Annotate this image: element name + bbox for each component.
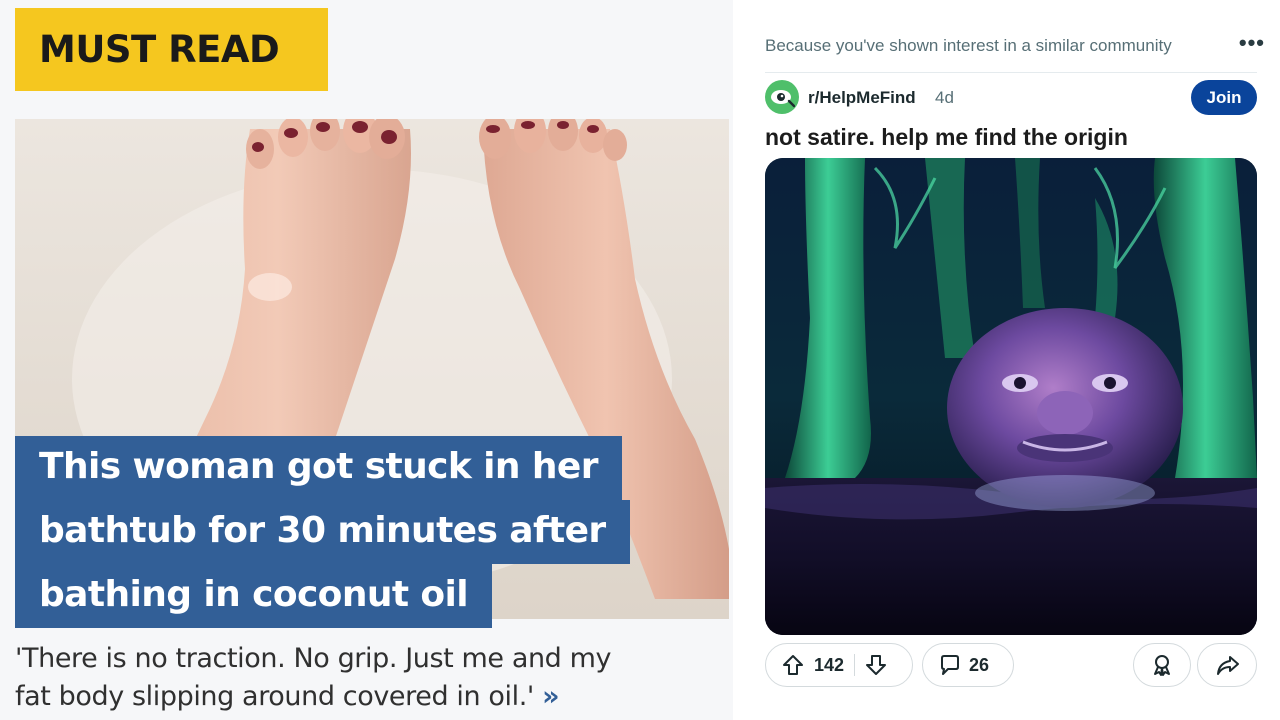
award-button[interactable] [1133,643,1191,687]
quote-line: fat body slipping around covered in oil.… [15,681,534,712]
headline-line: bathtub for 30 minutes after [15,500,630,564]
headline-line: bathing in coconut oil [15,564,493,628]
upvote-count: 142 [814,654,845,675]
swamp-face-image[interactable] [765,158,1257,635]
left-article-panel: MUST READ This woman got stuck in her ba… [0,0,733,720]
share-icon [1216,654,1240,676]
downvote-icon[interactable] [865,654,887,676]
comment-icon [939,654,961,676]
quote-line-2: fat body slipping around covered in oil.… [15,678,730,716]
vote-bar: 142 [765,643,913,687]
post-actions: 142 26 [765,643,1257,687]
recommendation-text: Because you've shown interest in a simil… [765,36,1172,55]
post-age: 4d [935,88,954,107]
swamp-scene [765,158,1257,635]
join-button[interactable]: Join [1191,80,1257,115]
subreddit-name[interactable]: r/HelpMeFind [808,88,916,108]
post-title[interactable]: not satire. help me find the origin [765,124,1128,151]
subreddit-avatar[interactable] [765,80,799,114]
vote-separator [854,654,856,676]
post-header: r/HelpMeFind 4d Join [765,80,1257,116]
read-more-arrow[interactable]: » [542,681,559,712]
recommendation-row: Because you've shown interest in a simil… [765,30,1265,62]
share-button[interactable] [1197,643,1257,687]
award-icon [1150,653,1174,677]
must-read-badge: MUST READ [15,8,328,91]
comment-count: 26 [969,654,990,675]
upvote-icon[interactable] [782,654,804,676]
headline-line: This woman got stuck in her [15,436,622,500]
headline: This woman got stuck in her bathtub for … [15,436,675,628]
more-options-icon[interactable]: ••• [1239,30,1265,56]
comments-button[interactable]: 26 [922,643,1014,687]
magnifier-eye-icon [771,90,795,108]
quote-line: 'There is no traction. No grip. Just me … [15,643,612,674]
reddit-post-panel: Because you've shown interest in a simil… [735,0,1280,720]
article-quote: 'There is no traction. No grip. Just me … [15,640,730,716]
divider [765,72,1257,73]
